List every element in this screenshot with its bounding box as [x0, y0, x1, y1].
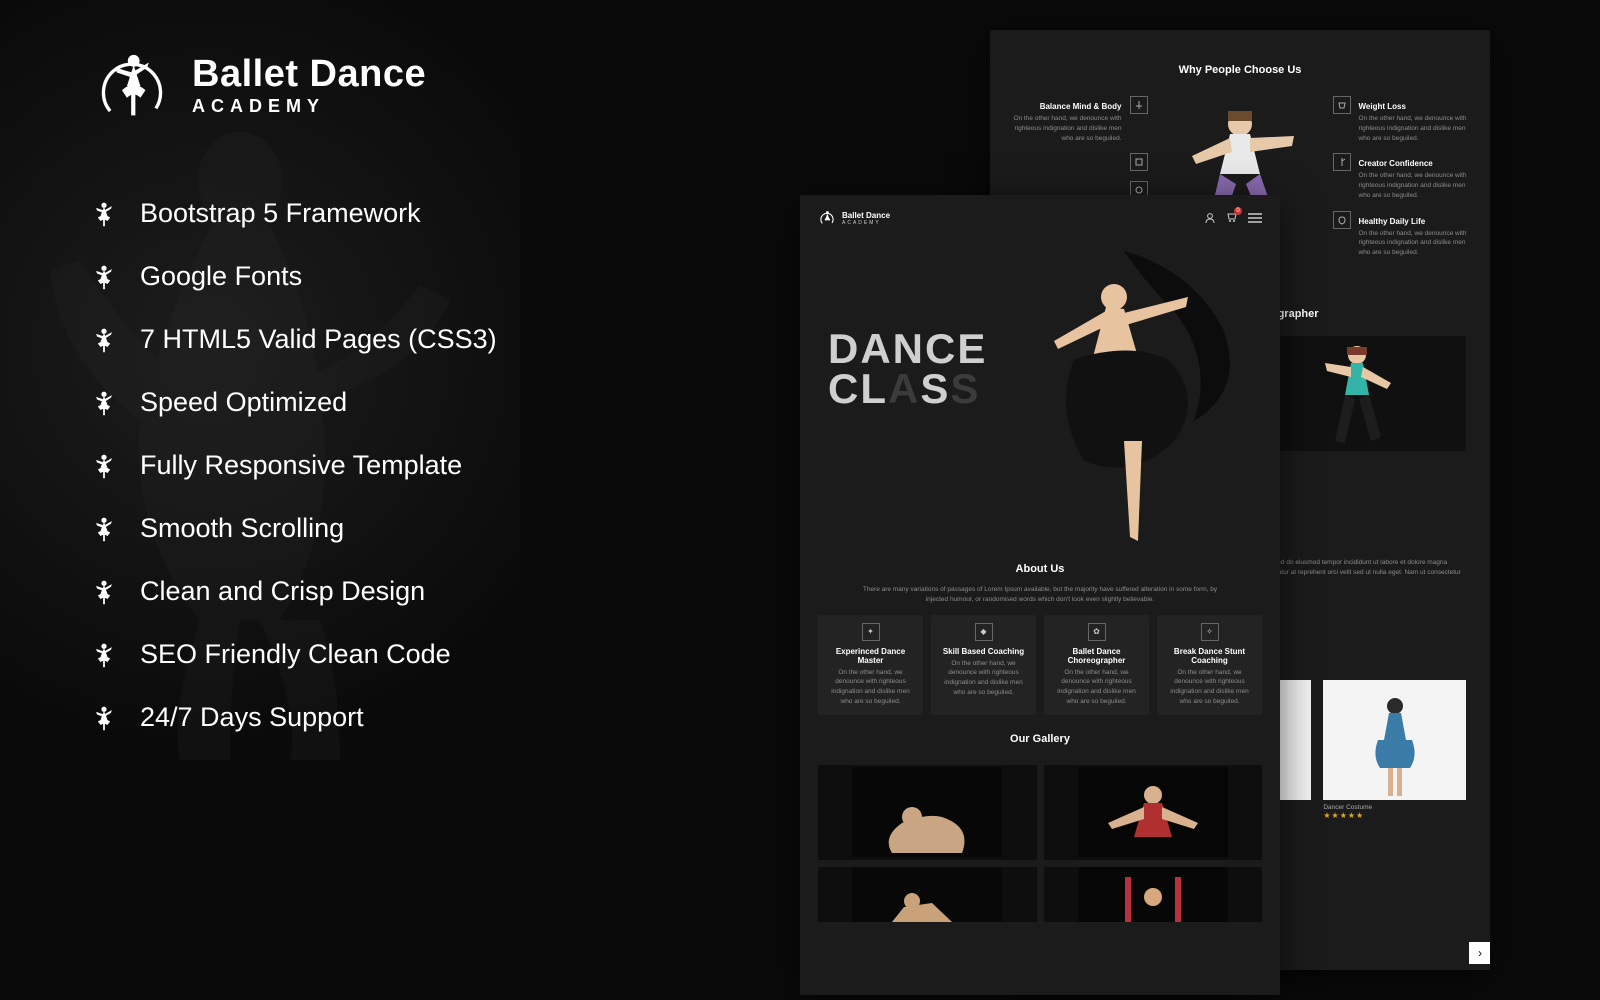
- product-image: [1323, 680, 1466, 800]
- choose-item-title: Creator Confidence: [1359, 159, 1471, 168]
- ballet-icon: ✿: [1088, 623, 1106, 641]
- user-icon[interactable]: [1204, 212, 1216, 224]
- about-card-title: Experinced Dance Master: [826, 647, 915, 665]
- feature-label: 7 HTML5 Valid Pages (CSS3): [140, 324, 497, 355]
- about-card-title: Ballet Dance Choreographer: [1052, 647, 1141, 665]
- break-icon: ✧: [1201, 623, 1219, 641]
- choose-item-body: On the other hand, we denounce with righ…: [1359, 171, 1471, 200]
- ballerina-bullet-icon: [90, 452, 118, 480]
- gallery-image[interactable]: [818, 867, 1037, 922]
- star-rating-icon: ★★★★★: [1323, 811, 1466, 820]
- hero-title: DANCE CLASS: [828, 329, 987, 409]
- about-card-body: On the other hand, we denounce with righ…: [826, 668, 915, 707]
- logo-subtitle: ACADEMY: [192, 96, 426, 117]
- balance-icon: [1130, 96, 1148, 114]
- feature-label: Speed Optimized: [140, 387, 347, 418]
- choose-item: Weight Loss On the other hand, we denounc…: [1333, 96, 1471, 143]
- feature-label: Clean and Crisp Design: [140, 576, 425, 607]
- ballerina-logo-icon: [90, 44, 174, 128]
- mock-logo-sub: ACADEMY: [842, 220, 890, 226]
- feature-item: Google Fonts: [90, 261, 650, 292]
- cart-badge: 0: [1234, 207, 1242, 215]
- choose-item-title: Balance Mind & Body: [1010, 102, 1122, 111]
- about-card-body: On the other hand, we denounce with righ…: [1052, 668, 1141, 707]
- feature-item: Speed Optimized: [90, 387, 650, 418]
- feature-item: Smooth Scrolling: [90, 513, 650, 544]
- choose-item-body: On the other hand, we denounce with righ…: [1359, 114, 1471, 143]
- ballerina-bullet-icon: [90, 326, 118, 354]
- health-icon: [1333, 211, 1351, 229]
- skill-icon: ◆: [975, 623, 993, 641]
- gallery-image[interactable]: [818, 765, 1037, 860]
- feature-list: Bootstrap 5 Framework Google Fonts 7 HTM…: [90, 198, 650, 733]
- feature-label: Google Fonts: [140, 261, 302, 292]
- placeholder-icon: [1130, 153, 1148, 171]
- ballerina-bullet-icon: [90, 263, 118, 291]
- feature-item: Clean and Crisp Design: [90, 576, 650, 607]
- gallery-title: Our Gallery: [800, 733, 1280, 745]
- why-choose-title: Why People Choose Us: [990, 64, 1490, 76]
- about-body: There are many variations of passages of…: [860, 585, 1220, 605]
- choose-item: Healthy Daily Life On the other hand, we …: [1333, 211, 1471, 258]
- choose-item: Creator Confidence On the other hand, we …: [1333, 153, 1471, 200]
- carousel-next-button[interactable]: ›: [1469, 942, 1490, 964]
- about-card[interactable]: ◆ Skill Based Coaching On the other hand, …: [931, 615, 1036, 715]
- about-card[interactable]: ✿ Ballet Dance Choreographer On the other …: [1044, 615, 1149, 715]
- ballerina-bullet-icon: [90, 200, 118, 228]
- about-card[interactable]: ✧ Break Dance Stunt Coaching On the other …: [1157, 615, 1262, 715]
- choose-item-placeholder: [1010, 153, 1148, 171]
- feature-label: SEO Friendly Clean Code: [140, 639, 451, 670]
- preview-screenshot-primary: Ballet DanceACADEMY 0 DANCE CLASS Abou: [800, 195, 1280, 995]
- choose-item: Balance Mind & Body On the other hand, we…: [1010, 96, 1148, 143]
- hero-section: DANCE CLASS: [800, 241, 1280, 551]
- logo-title: Ballet Dance: [192, 55, 426, 95]
- gallery-image[interactable]: [1044, 765, 1263, 860]
- cart-icon[interactable]: 0: [1226, 211, 1238, 225]
- ballerina-bullet-icon: [90, 641, 118, 669]
- ballerina-bullet-icon: [90, 704, 118, 732]
- about-card-body: On the other hand, we denounce with righ…: [939, 659, 1028, 698]
- ballerina-bullet-icon: [90, 578, 118, 606]
- gallery-image[interactable]: [1044, 867, 1263, 922]
- weight-icon: [1333, 96, 1351, 114]
- hamburger-menu-icon[interactable]: [1248, 213, 1262, 223]
- feature-item: Bootstrap 5 Framework: [90, 198, 650, 229]
- mock-brand-logo[interactable]: Ballet DanceACADEMY: [818, 209, 890, 227]
- feature-item: 24/7 Days Support: [90, 702, 650, 733]
- about-card[interactable]: ✦ Experinced Dance Master On the other han…: [818, 615, 923, 715]
- choose-item-body: On the other hand, we denounce with righ…: [1359, 229, 1471, 258]
- about-card-body: On the other hand, we denounce with righ…: [1165, 668, 1254, 707]
- about-title: About Us: [826, 563, 1254, 575]
- ballerina-bullet-icon: [90, 389, 118, 417]
- feature-label: Smooth Scrolling: [140, 513, 344, 544]
- brand-logo: Ballet Dance ACADEMY: [90, 44, 650, 128]
- feature-item: Fully Responsive Template: [90, 450, 650, 481]
- choose-item-body: On the other hand, we denounce with righ…: [1010, 114, 1122, 143]
- about-card-title: Skill Based Coaching: [939, 647, 1028, 656]
- choose-item-title: Weight Loss: [1359, 102, 1471, 111]
- feature-label: Fully Responsive Template: [140, 450, 462, 481]
- feature-label: 24/7 Days Support: [140, 702, 364, 733]
- ballerina-bullet-icon: [90, 515, 118, 543]
- product-card[interactable]: Dancer Costume ★★★★★: [1323, 680, 1466, 820]
- hero-ballerina-image: [974, 241, 1274, 551]
- about-card-title: Break Dance Stunt Coaching: [1165, 647, 1254, 665]
- confidence-icon: [1333, 153, 1351, 171]
- product-caption: Dancer Costume: [1323, 804, 1466, 811]
- feature-item: SEO Friendly Clean Code: [90, 639, 650, 670]
- mock-logo-title: Ballet Dance: [842, 211, 890, 220]
- feature-label: Bootstrap 5 Framework: [140, 198, 421, 229]
- feature-item: 7 HTML5 Valid Pages (CSS3): [90, 324, 650, 355]
- choose-item-title: Healthy Daily Life: [1359, 217, 1471, 226]
- ballerina-logo-icon: [818, 209, 836, 227]
- master-icon: ✦: [862, 623, 880, 641]
